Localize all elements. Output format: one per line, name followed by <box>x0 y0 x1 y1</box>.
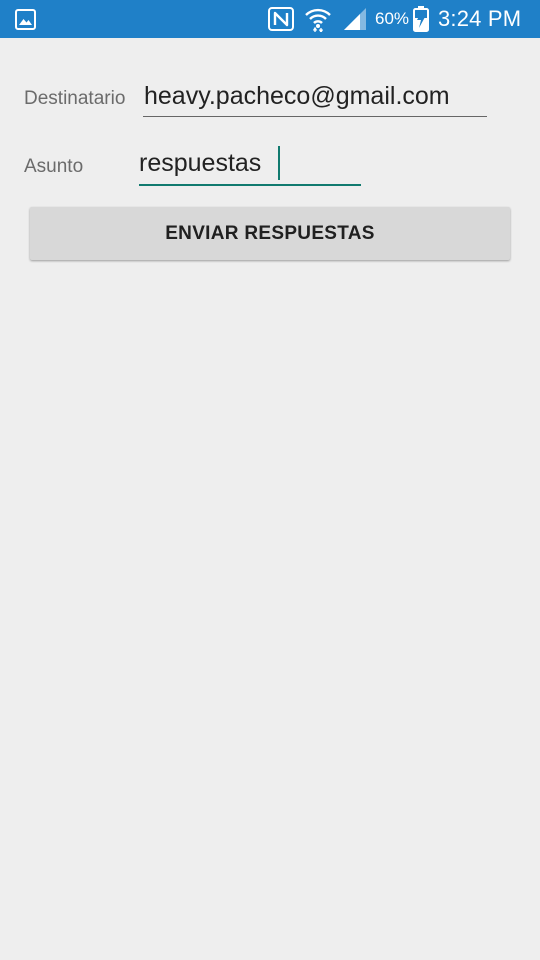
recipient-underline <box>143 116 487 117</box>
subject-field[interactable]: respuestas <box>139 149 261 178</box>
recipient-label: Destinatario <box>24 88 126 109</box>
recipient-field[interactable]: heavy.pacheco@gmail.com <box>144 82 450 111</box>
signal-icon <box>342 0 368 38</box>
battery-percent: 60% <box>375 9 410 28</box>
clock: 3:24 PM <box>438 6 522 31</box>
status-bar: 60% 3:24 PM <box>0 0 540 38</box>
send-answers-button[interactable]: ENVIAR RESPUESTAS <box>30 207 510 260</box>
subject-label: Asunto <box>24 156 84 177</box>
nfc-icon <box>268 0 294 38</box>
text-cursor <box>278 146 280 180</box>
subject-underline <box>139 184 361 186</box>
battery-charging-icon <box>413 0 429 38</box>
wifi-icon <box>304 0 332 38</box>
gallery-icon <box>15 0 36 38</box>
